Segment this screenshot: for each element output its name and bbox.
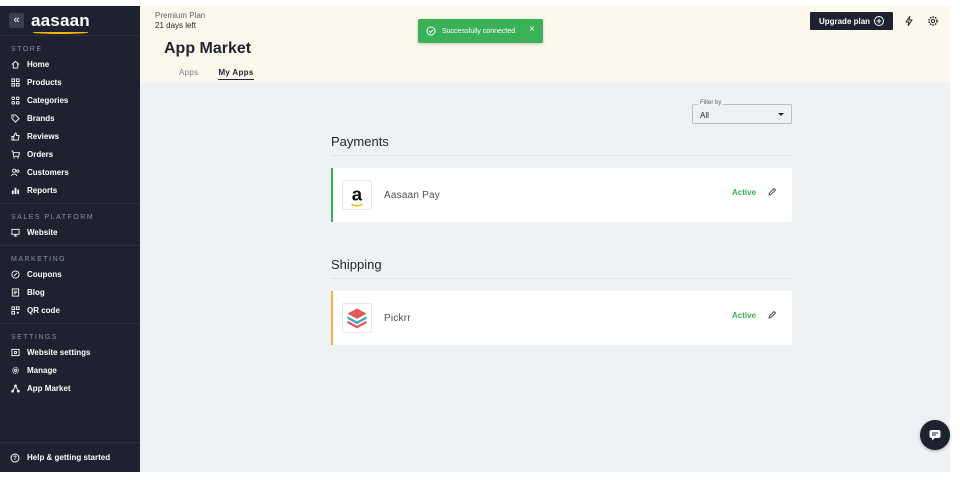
sidebar-item-app-market[interactable]: App Market xyxy=(0,379,140,397)
sidebar: « aasaan STORE Home Products Categories … xyxy=(0,6,140,472)
sidebar-item-label: Coupons xyxy=(27,269,62,279)
section-title-marketing: MARKETING xyxy=(11,256,67,263)
sidebar-item-label: Website settings xyxy=(27,347,91,357)
main-content: Filter by All Payments a Aasaan Pay Acti… xyxy=(140,82,950,472)
toast-message: Successfully connected xyxy=(442,27,516,35)
category-title-payments: Payments xyxy=(331,134,389,149)
categories-icon xyxy=(10,95,20,105)
aasaan-pay-logo: a xyxy=(342,180,372,210)
sidebar-item-products[interactable]: Products xyxy=(0,73,140,91)
section-title-store: STORE xyxy=(11,46,43,53)
status-badge: Active xyxy=(732,188,757,197)
sidebar-item-label: Reports xyxy=(27,185,58,195)
sidebar-item-coupons[interactable]: Coupons xyxy=(0,265,140,283)
thumbs-up-icon xyxy=(10,131,20,141)
svg-text:?: ? xyxy=(13,456,17,462)
qr-code-icon xyxy=(10,305,20,315)
tag-icon xyxy=(10,113,20,123)
sidebar-item-qr-code[interactable]: QR code xyxy=(0,301,140,319)
sidebar-item-label: Blog xyxy=(27,287,45,297)
success-toast: Successfully connected × xyxy=(418,19,543,43)
sidebar-item-blog[interactable]: Blog xyxy=(0,283,140,301)
cart-icon xyxy=(10,149,20,159)
plus-circle-icon: + xyxy=(874,16,885,26)
edit-pencil-icon[interactable] xyxy=(767,310,777,320)
tab-bar: Apps My Apps xyxy=(179,68,274,80)
help-label: Help & getting started xyxy=(27,453,111,462)
filter-label: Filter by xyxy=(698,100,724,106)
chat-launcher-button[interactable] xyxy=(920,420,950,450)
users-icon xyxy=(10,167,20,177)
sidebar-item-label: Home xyxy=(27,59,50,69)
help-getting-started-link[interactable]: ? Help & getting started xyxy=(0,442,140,472)
sidebar-item-orders[interactable]: Orders xyxy=(0,145,140,163)
percent-icon xyxy=(10,269,20,279)
gear-icon xyxy=(10,365,20,375)
page-title: App Market xyxy=(164,40,252,57)
sidebar-item-label: Customers xyxy=(27,167,69,177)
section-title-sales-platform: SALES PLATFORM xyxy=(11,214,95,221)
status-badge: Active xyxy=(732,311,757,320)
app-name: Pickrr xyxy=(384,312,411,324)
upgrade-plan-label: Upgrade plan xyxy=(818,16,871,26)
sidebar-item-home[interactable]: Home xyxy=(0,55,140,73)
filter-value: All xyxy=(700,111,709,120)
pickrr-logo xyxy=(342,303,372,333)
caret-down-icon xyxy=(778,113,784,116)
edit-pencil-icon[interactable] xyxy=(767,187,777,197)
category-divider xyxy=(331,278,792,279)
sidebar-item-customers[interactable]: Customers xyxy=(0,163,140,181)
category-title-shipping: Shipping xyxy=(331,257,382,272)
sidebar-item-website[interactable]: Website xyxy=(0,223,140,241)
sidebar-item-label: Manage xyxy=(27,365,57,375)
upgrade-plan-button[interactable]: Upgrade plan + xyxy=(810,12,893,30)
tab-my-apps[interactable]: My Apps xyxy=(218,68,254,80)
page-header: Premium Plan 21 days left App Market App… xyxy=(140,6,950,82)
sidebar-item-label: Brands xyxy=(27,113,55,123)
tab-apps[interactable]: Apps xyxy=(179,68,198,80)
category-divider xyxy=(331,155,792,156)
monitor-icon xyxy=(10,227,20,237)
app-market-icon xyxy=(10,383,20,393)
app-card-aasaan-pay[interactable]: a Aasaan Pay Active xyxy=(331,168,792,222)
logo-swoosh xyxy=(33,31,88,34)
sidebar-item-categories[interactable]: Categories xyxy=(0,91,140,109)
aasaan-logo[interactable]: aasaan xyxy=(31,10,90,34)
sidebar-item-label: Categories xyxy=(27,95,69,105)
filter-dropdown[interactable]: Filter by All xyxy=(692,100,792,124)
toast-close-button[interactable]: × xyxy=(529,25,535,35)
sidebar-item-label: Reviews xyxy=(27,131,60,141)
sidebar-item-label: QR code xyxy=(27,305,60,315)
sidebar-item-label: Orders xyxy=(27,149,54,159)
app-card-pickrr[interactable]: Pickrr Active xyxy=(331,291,792,345)
svg-text:a: a xyxy=(352,184,363,205)
website-settings-icon xyxy=(10,347,20,357)
sidebar-item-manage[interactable]: Manage xyxy=(0,361,140,379)
sidebar-item-label: App Market xyxy=(27,383,71,393)
plan-days-left: 21 days left xyxy=(155,21,196,30)
section-title-settings: SETTINGS xyxy=(11,334,59,341)
sidebar-item-label: Website xyxy=(27,227,58,237)
bar-chart-icon xyxy=(10,185,20,195)
help-icon: ? xyxy=(10,453,20,463)
grid-icon xyxy=(10,77,20,87)
sidebar-item-reports[interactable]: Reports xyxy=(0,181,140,199)
plan-name: Premium Plan xyxy=(155,11,206,20)
check-circle-icon xyxy=(426,26,436,36)
sidebar-item-brands[interactable]: Brands xyxy=(0,109,140,127)
sidebar-item-reviews[interactable]: Reviews xyxy=(0,127,140,145)
sidebar-brand: « aasaan xyxy=(0,6,140,36)
home-icon xyxy=(10,59,20,69)
collapse-sidebar-button[interactable]: « xyxy=(9,13,24,28)
settings-gear-icon[interactable] xyxy=(927,15,939,27)
chat-bubble-icon xyxy=(929,430,941,441)
lightning-icon[interactable] xyxy=(903,15,915,27)
logo-text: aasaan xyxy=(31,10,90,30)
sidebar-item-label: Products xyxy=(27,77,62,87)
blog-icon xyxy=(10,287,20,297)
app-name: Aasaan Pay xyxy=(384,189,440,201)
plan-info: Premium Plan 21 days left xyxy=(155,11,205,31)
sidebar-item-website-settings[interactable]: Website settings xyxy=(0,343,140,361)
